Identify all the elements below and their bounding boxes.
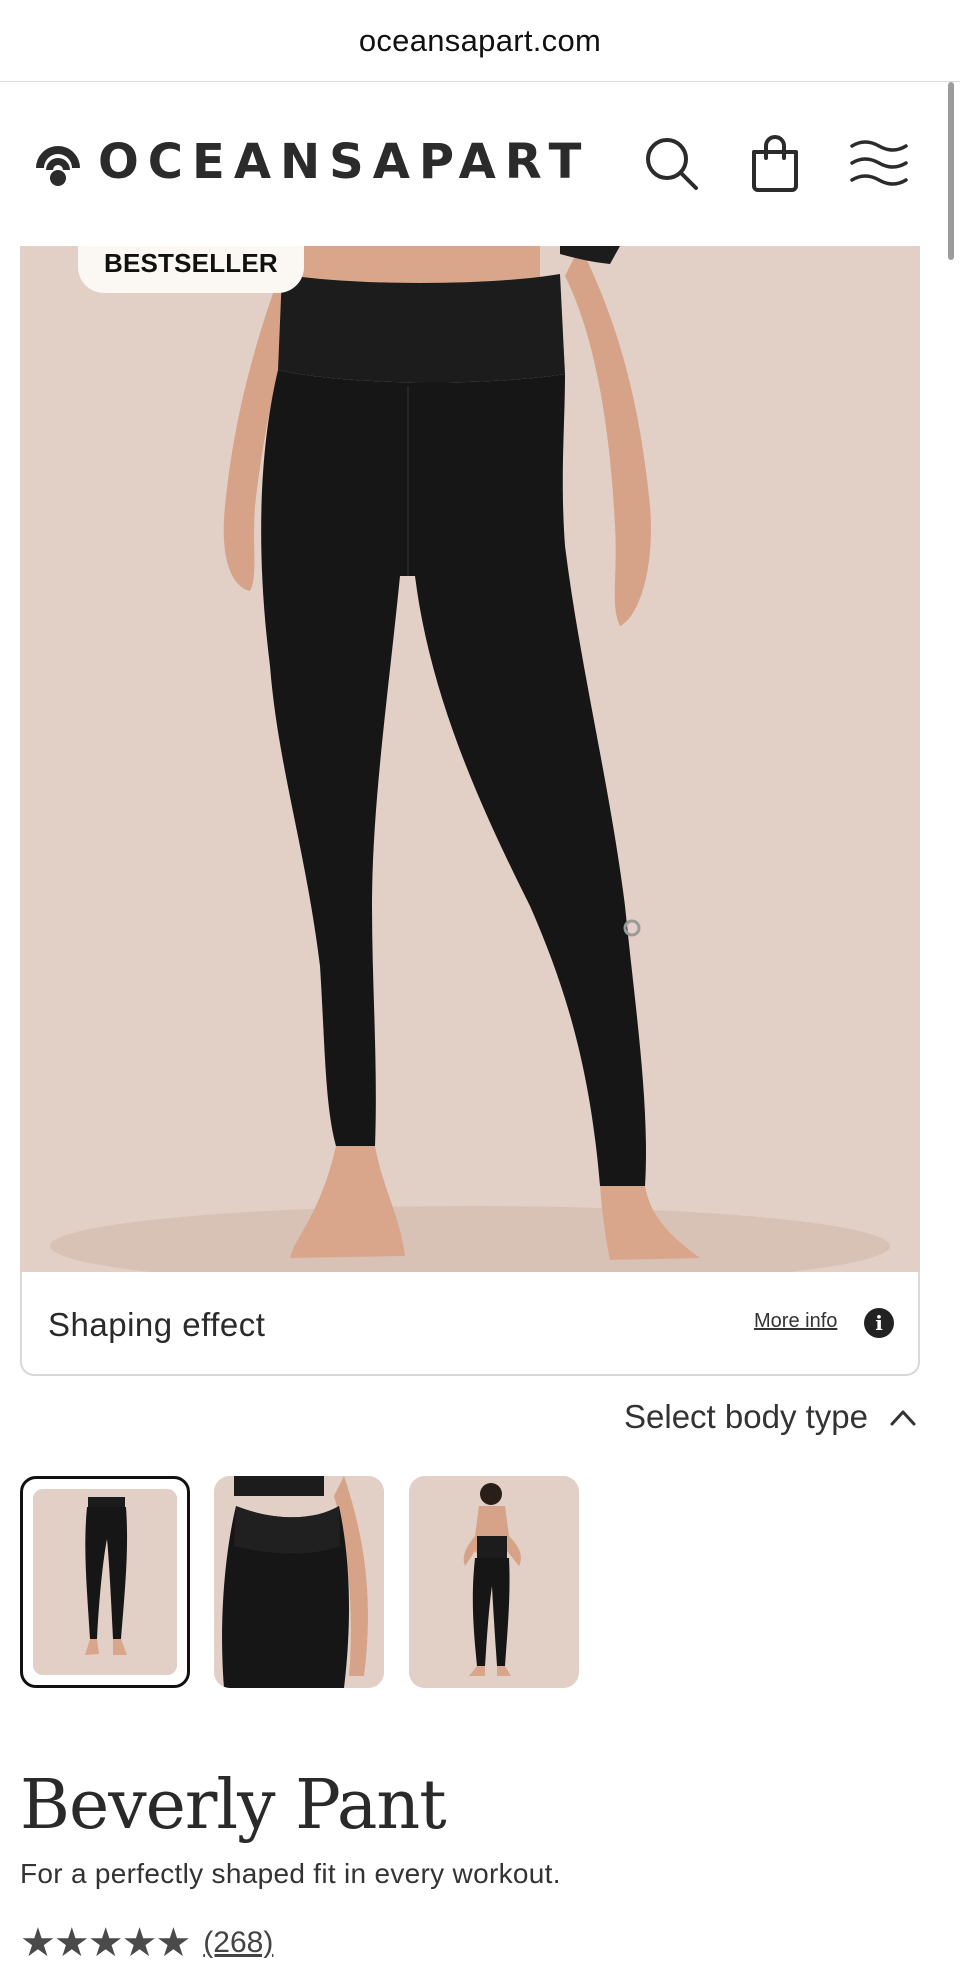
site-header: OCEANSAPART bbox=[0, 82, 944, 246]
url-text: oceansapart.com bbox=[358, 22, 602, 58]
info-icon[interactable]: i bbox=[864, 1308, 894, 1338]
more-info-link[interactable]: More info bbox=[754, 1310, 837, 1333]
product-hero-image[interactable]: BESTSELLER bbox=[20, 246, 920, 1272]
brand-logo-icon bbox=[36, 146, 80, 186]
thumbnail-2-image bbox=[214, 1476, 384, 1688]
shaping-effect-bar: Shaping effect More info i bbox=[20, 1272, 920, 1376]
chevron-up-icon bbox=[890, 1410, 916, 1426]
menu-waves-icon[interactable] bbox=[848, 132, 910, 194]
select-body-type-toggle[interactable]: Select body type bbox=[624, 1398, 916, 1436]
shaping-effect-title: Shaping effect bbox=[48, 1306, 266, 1343]
shopping-bag-icon[interactable] bbox=[744, 132, 806, 194]
bestseller-badge: BESTSELLER bbox=[78, 246, 304, 293]
leggings-illustration bbox=[20, 246, 920, 1272]
brand-logo[interactable]: OCEANSAPART bbox=[30, 134, 590, 190]
review-count-link[interactable]: (268) bbox=[203, 1926, 273, 1960]
thumbnail-2[interactable] bbox=[214, 1476, 384, 1688]
thumbnail-3-image bbox=[409, 1476, 579, 1688]
thumbnail-1[interactable] bbox=[20, 1476, 190, 1688]
address-bar[interactable]: oceansapart.com bbox=[0, 0, 960, 82]
scrollbar[interactable] bbox=[948, 82, 954, 260]
product-rating[interactable]: ★★★★★ (268) bbox=[20, 1920, 273, 1966]
star-rating-icon: ★★★★★ bbox=[20, 1920, 191, 1966]
select-body-type-label: Select body type bbox=[624, 1398, 868, 1435]
product-tagline: For a perfectly shaped fit in every work… bbox=[20, 1858, 561, 1889]
search-icon[interactable] bbox=[640, 132, 702, 194]
product-title: Beverly Pant bbox=[20, 1766, 447, 1845]
brand-name: OCEANSAPART bbox=[98, 134, 591, 190]
thumbnail-1-image bbox=[33, 1489, 177, 1675]
thumbnail-3[interactable] bbox=[409, 1476, 579, 1688]
